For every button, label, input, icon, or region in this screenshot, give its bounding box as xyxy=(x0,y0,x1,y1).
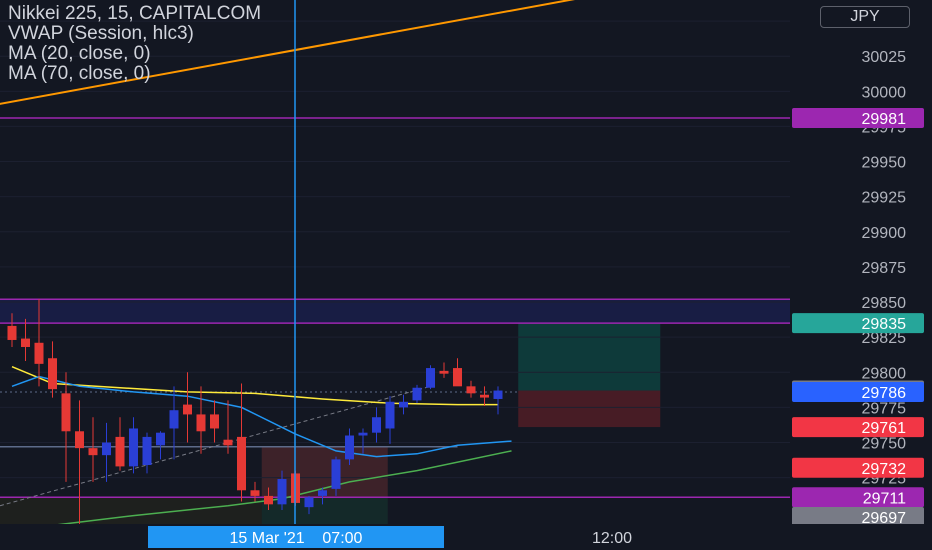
candle-body-28 xyxy=(385,401,395,429)
candle-body-22 xyxy=(304,497,314,508)
price-tick-8: 29925 xyxy=(862,190,907,207)
chart-legend: Nikkei 225, 15, CAPITALCOM VWAP (Session… xyxy=(8,4,261,84)
price-tick-2: 29775 xyxy=(862,400,907,417)
candle-body-35 xyxy=(480,394,489,398)
price-tick-9: 29950 xyxy=(862,155,907,172)
candle-body-11 xyxy=(156,432,165,446)
price-tick-1: 29750 xyxy=(862,436,907,453)
candle-body-14 xyxy=(196,414,206,432)
candle-body-25 xyxy=(345,435,354,460)
candle-body-8 xyxy=(115,436,125,467)
price-axis: 2972529750297752980029825298502987529900… xyxy=(790,0,932,524)
candle-body-9 xyxy=(129,428,138,467)
price-tick-7: 29900 xyxy=(862,225,907,242)
time-axis: 15 Mar '21 07:00 12:00 xyxy=(0,524,932,550)
candle-body-3 xyxy=(48,358,57,390)
candle-body-32 xyxy=(439,370,449,374)
price-tag-4: 29761 xyxy=(862,420,907,437)
candle-body-5 xyxy=(75,431,84,449)
candle-body-6 xyxy=(88,448,98,456)
candle-body-16 xyxy=(223,439,233,446)
candle-body-13 xyxy=(183,404,192,415)
candle-body-19 xyxy=(264,495,273,505)
long-position-stop-zone xyxy=(518,390,661,428)
candle-body-18 xyxy=(250,490,260,496)
candle-body-4 xyxy=(61,393,71,432)
currency-button[interactable]: JPY xyxy=(820,6,910,28)
candle-body-24 xyxy=(331,459,341,489)
candle-body-1 xyxy=(21,338,30,347)
candle-body-27 xyxy=(372,417,381,433)
price-tick-5: 29850 xyxy=(862,295,907,312)
candle-body-36 xyxy=(493,390,503,399)
crosshair-time-label: 15 Mar '21 07:00 xyxy=(230,530,363,547)
resistance-zone xyxy=(0,299,790,324)
candle-body-2 xyxy=(34,342,44,364)
price-tick-3: 29800 xyxy=(862,365,907,382)
candle-body-10 xyxy=(142,436,152,465)
candle-body-17 xyxy=(237,436,246,491)
price-tag-1: 29835 xyxy=(862,316,907,333)
legend-indicator-ma70[interactable]: MA (70, close, 0) xyxy=(8,64,261,84)
candle-body-23 xyxy=(318,490,327,496)
candle-body-34 xyxy=(466,386,476,394)
candle-body-30 xyxy=(412,387,422,401)
legend-indicator-vwap[interactable]: VWAP (Session, hlc3) xyxy=(8,24,261,44)
candle-body-15 xyxy=(210,414,219,429)
price-tag-5: 29732 xyxy=(862,461,907,478)
legend-indicator-ma20[interactable]: MA (20, close, 0) xyxy=(8,44,261,64)
candle-body-20 xyxy=(277,479,287,505)
candle-body-7 xyxy=(102,442,111,456)
candle-body-0 xyxy=(7,325,17,340)
candle-body-26 xyxy=(358,432,368,436)
time-tick-1200: 12:00 xyxy=(592,530,632,547)
candle-body-33 xyxy=(453,368,462,387)
left-zone xyxy=(0,497,262,524)
price-tag-3: 29786 xyxy=(862,385,907,402)
legend-title: Nikkei 225, 15, CAPITALCOM xyxy=(8,3,262,24)
price-tag-0: 29981 xyxy=(862,111,907,128)
price-tick-11: 30000 xyxy=(862,84,907,101)
price-tick-6: 29875 xyxy=(862,260,907,277)
long-position-target-zone xyxy=(518,323,661,391)
candle-body-31 xyxy=(426,368,435,388)
candle-body-12 xyxy=(169,410,179,429)
candle-body-29 xyxy=(399,401,408,408)
price-tick-12: 30025 xyxy=(862,49,907,66)
price-tag-6: 29711 xyxy=(863,490,906,507)
